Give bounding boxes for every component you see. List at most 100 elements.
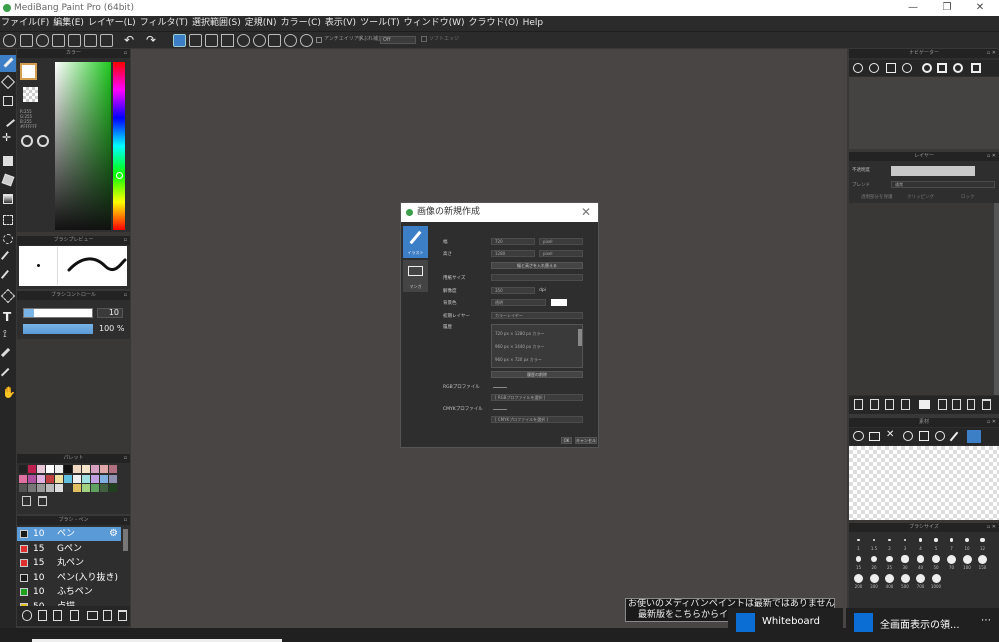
bg-color-select[interactable]: 透明	[491, 299, 546, 306]
material-close-icon[interactable]: ✕	[886, 429, 894, 440]
brush-size-cell[interactable]: 300	[867, 573, 882, 591]
delete-palette-icon[interactable]	[38, 496, 47, 506]
cmyk-profile-select[interactable]: [ CMYKプロファイルを選択 ]	[491, 416, 583, 423]
flip-icon[interactable]	[971, 63, 981, 73]
gear-icon[interactable]	[300, 34, 313, 47]
brush-settings-gear-icon[interactable]: ⚙	[109, 527, 118, 541]
menu-tool[interactable]: ツール(T)	[359, 16, 403, 31]
move-tool[interactable]: ✛	[0, 131, 16, 148]
brush-size-cell[interactable]: 4	[913, 535, 928, 553]
palette-swatch[interactable]	[73, 465, 81, 473]
merge-layer-icon[interactable]	[952, 399, 961, 410]
palette-swatch[interactable]	[19, 465, 27, 473]
brush-size-cell[interactable]: 200	[851, 573, 866, 591]
tab-manga[interactable]: マンガ	[403, 260, 428, 292]
new-halftone-layer-icon[interactable]	[870, 399, 879, 410]
brush-tool[interactable]	[0, 55, 16, 72]
history-item[interactable]: 960 px × 1440 px カラー	[495, 344, 544, 350]
brush-size-cell[interactable]: 7	[944, 535, 959, 553]
palette-swatch[interactable]	[91, 474, 99, 483]
palette-swatch[interactable]	[55, 465, 63, 473]
ellipse-snap-icon[interactable]	[284, 34, 297, 47]
maximize-button[interactable]: ❐	[932, 0, 962, 16]
palette-swatch[interactable]	[37, 474, 45, 483]
brush-settings-icon[interactable]	[53, 610, 62, 621]
resolution-select[interactable]: 350	[491, 287, 535, 294]
brush-size-cell[interactable]: 40	[913, 554, 928, 572]
palette-swatch[interactable]	[100, 465, 108, 473]
minimize-button[interactable]: —	[898, 0, 928, 16]
palette-swatch[interactable]	[109, 465, 117, 473]
panel-float-icon[interactable]: ▫ ✕	[987, 49, 996, 58]
add-layer-plus-icon[interactable]	[901, 399, 910, 410]
palette-swatch[interactable]	[28, 484, 36, 493]
burst-snap-icon[interactable]	[237, 34, 250, 47]
brush-size-cell[interactable]: 25	[882, 554, 897, 572]
brush-size-cell[interactable]: 1.5	[867, 535, 882, 553]
delete-brush-icon[interactable]	[118, 610, 127, 621]
palette-swatch[interactable]	[100, 474, 108, 483]
select-pen-tool[interactable]	[0, 269, 16, 286]
taskbar-item-fullscreen[interactable]: 全画面表示の領... ⋯	[846, 608, 999, 642]
palette-swatch[interactable]	[73, 484, 81, 493]
layer-opacity-slider[interactable]	[891, 166, 975, 176]
magic-wand-tool[interactable]	[0, 250, 16, 267]
circle-snap-icon[interactable]	[253, 34, 266, 47]
panel-float-icon[interactable]: ▫	[124, 454, 127, 463]
initial-layer-select[interactable]: カラーレイヤー	[491, 312, 583, 319]
eyedropper-tool[interactable]	[0, 347, 16, 364]
palette-swatch[interactable]	[55, 474, 63, 483]
actual-size-icon[interactable]	[902, 63, 912, 73]
brush-size-cell[interactable]: 5	[929, 535, 944, 553]
menu-view[interactable]: 表示(V)	[324, 16, 359, 31]
hand-tool[interactable]: ✋	[0, 386, 16, 403]
import-image-icon[interactable]	[885, 399, 894, 410]
material-preview[interactable]	[849, 446, 999, 520]
template-select[interactable]	[491, 274, 583, 281]
brush-size-cell[interactable]: 70	[944, 554, 959, 572]
duplicate-layer-icon[interactable]	[938, 399, 947, 410]
opacity-slider[interactable]	[23, 324, 93, 334]
palette-swatch[interactable]	[73, 474, 81, 483]
height-input[interactable]: 1280	[491, 250, 535, 257]
menu-filter[interactable]: フィルタ(T)	[139, 16, 191, 31]
brush-size-cell[interactable]: 1000	[929, 573, 944, 591]
color-set-icon[interactable]	[37, 135, 49, 147]
brush-list-scrollbar[interactable]	[123, 529, 128, 551]
menu-cloud[interactable]: クラウド(O)	[468, 16, 522, 31]
brush-size-cell[interactable]: 15	[851, 554, 866, 572]
brush-item[interactable]: 10 ペン ⚙	[17, 527, 121, 541]
zoom-in-icon[interactable]	[853, 63, 863, 73]
panel-float-icon[interactable]: ▫ ✕	[987, 152, 996, 161]
blend-select[interactable]: 通常	[891, 181, 995, 188]
layer-settings-icon[interactable]	[967, 399, 975, 410]
tab-illustration[interactable]: イラスト	[403, 226, 428, 258]
palette-swatch[interactable]	[46, 474, 54, 483]
curve-snap-icon[interactable]	[268, 34, 281, 47]
pen-stroke-tool[interactable]	[0, 112, 16, 129]
material-hand-icon[interactable]	[967, 430, 981, 443]
panel-float-icon[interactable]: ▫ ✕	[987, 523, 996, 532]
panel-float-icon[interactable]: ▫	[124, 516, 127, 525]
grid-snap-icon[interactable]	[205, 34, 218, 47]
operation-tool[interactable]: ⟟	[0, 328, 16, 345]
more-icon[interactable]: ⋯	[981, 615, 991, 626]
history-item[interactable]: 960 px × 720 px カラー	[495, 357, 542, 363]
palette-swatch[interactable]	[82, 474, 90, 483]
zoom-out-icon[interactable]	[869, 63, 879, 73]
rotate-right-icon[interactable]	[953, 63, 963, 73]
palette-swatch[interactable]	[37, 465, 45, 473]
fit-icon[interactable]	[886, 63, 896, 73]
bg-color-swatch[interactable]	[551, 299, 567, 306]
brush-size-cell[interactable]: 400	[882, 573, 897, 591]
delete-layer-icon[interactable]	[982, 399, 991, 410]
fill-rect-tool[interactable]	[0, 153, 16, 170]
palette-swatch[interactable]	[37, 484, 45, 493]
rotate-left-icon[interactable]	[922, 63, 932, 73]
folder-icon[interactable]	[87, 611, 98, 620]
new-palette-icon[interactable]	[22, 496, 31, 506]
brush-size-cell[interactable]: 50	[929, 554, 944, 572]
brush-size-cell[interactable]: 10	[960, 535, 975, 553]
correction-select[interactable]: Off	[380, 36, 416, 44]
menu-ruler[interactable]: 定規(N)	[244, 16, 280, 31]
